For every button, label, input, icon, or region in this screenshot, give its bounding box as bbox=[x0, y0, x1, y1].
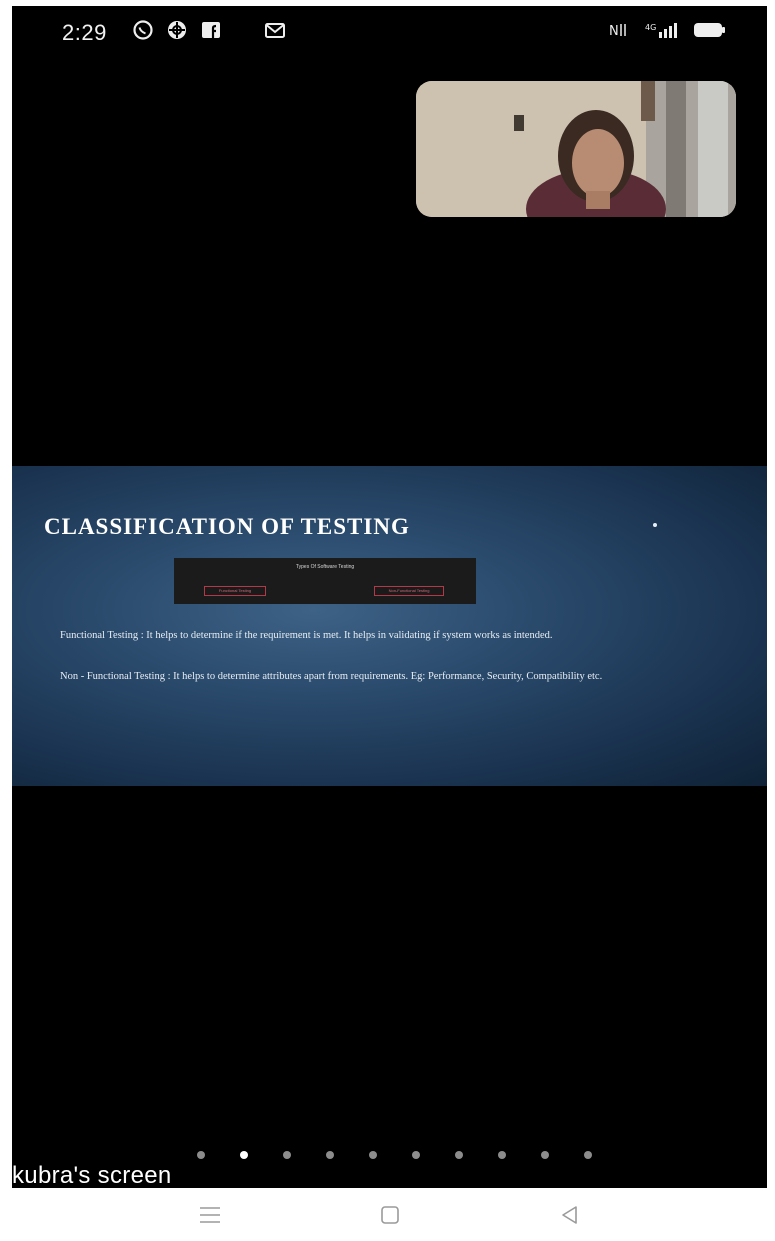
functional-testing-text: Functional Testing : It helps to determi… bbox=[60, 630, 553, 641]
system-icons: N 4G bbox=[609, 20, 727, 45]
page-dot[interactable] bbox=[240, 1151, 248, 1159]
back-button[interactable] bbox=[550, 1200, 590, 1230]
page-dot[interactable] bbox=[541, 1151, 549, 1159]
signal-icon: 4G bbox=[645, 20, 679, 45]
svg-text:N: N bbox=[609, 24, 619, 39]
status-bar: 2:29 N 4G bbox=[12, 6, 767, 58]
participant-camera-feed bbox=[416, 81, 736, 217]
diagram-box-functional: Functional Testing bbox=[204, 586, 266, 596]
page-dot[interactable] bbox=[283, 1151, 291, 1159]
menu-icon bbox=[200, 1207, 220, 1223]
home-button[interactable] bbox=[370, 1200, 410, 1230]
testing-types-diagram: Types Of Software Testing Functional Tes… bbox=[174, 558, 476, 604]
facebook-icon bbox=[200, 19, 222, 41]
screen-share-label: kubra's screen bbox=[12, 1162, 172, 1188]
status-time: 2:29 bbox=[62, 20, 107, 45]
page-dot[interactable] bbox=[455, 1151, 463, 1159]
globe-icon bbox=[166, 19, 188, 41]
page-dot[interactable] bbox=[197, 1151, 205, 1159]
phone-frame: 2:29 N 4G CLASSIFICATION OF TESTING Type… bbox=[0, 0, 775, 1241]
whatsapp-icon bbox=[132, 19, 154, 41]
page-dot[interactable] bbox=[412, 1151, 420, 1159]
page-dot[interactable] bbox=[498, 1151, 506, 1159]
volte-icon: N bbox=[609, 20, 631, 45]
navigation-bar bbox=[0, 1188, 775, 1241]
diagram-heading: Types Of Software Testing bbox=[295, 564, 355, 570]
menu-button[interactable] bbox=[190, 1200, 230, 1230]
non-functional-testing-text: Non - Functional Testing : It helps to d… bbox=[60, 671, 603, 682]
battery-icon bbox=[693, 20, 727, 45]
page-dot[interactable] bbox=[326, 1151, 334, 1159]
meeting-screen: 2:29 N 4G CLASSIFICATION OF TESTING Type… bbox=[12, 6, 767, 1188]
home-icon bbox=[381, 1206, 399, 1224]
slide-title: CLASSIFICATION OF TESTING bbox=[44, 514, 410, 539]
slide-decoration-dot bbox=[653, 523, 657, 527]
svg-text:4G: 4G bbox=[645, 23, 656, 32]
gmail-icon bbox=[264, 19, 286, 41]
participant-video-tile[interactable] bbox=[416, 81, 736, 217]
page-dot[interactable] bbox=[584, 1151, 592, 1159]
shared-slide: CLASSIFICATION OF TESTING Types Of Softw… bbox=[12, 466, 767, 786]
back-icon bbox=[562, 1206, 577, 1224]
notification-icons bbox=[132, 19, 286, 41]
page-dot[interactable] bbox=[369, 1151, 377, 1159]
diagram-box-non-functional: Non-Functional Testing bbox=[374, 586, 444, 596]
